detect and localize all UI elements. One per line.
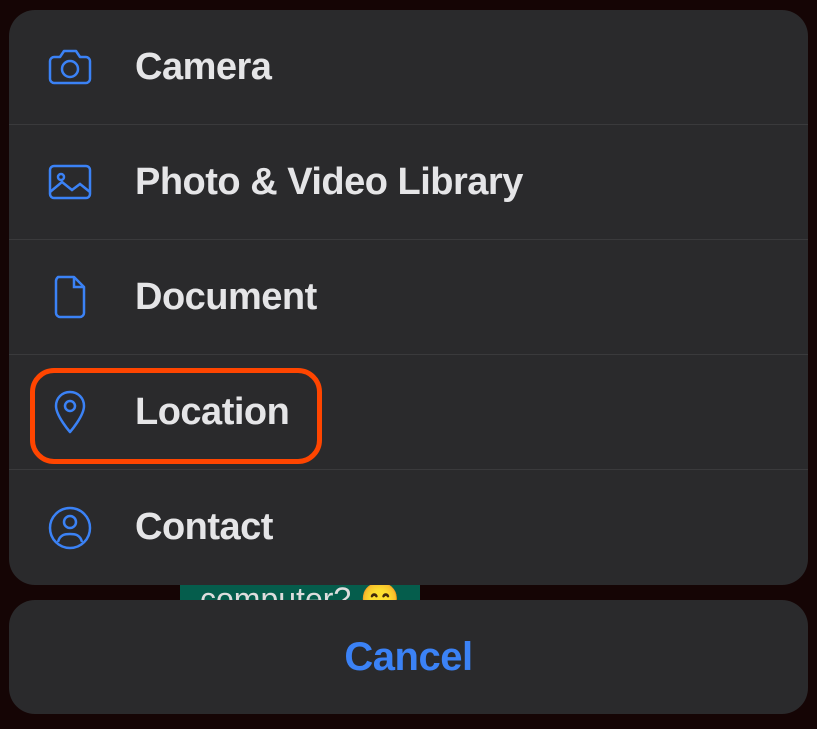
- menu-label: Location: [135, 391, 289, 434]
- cancel-label: Cancel: [344, 635, 472, 680]
- location-icon: [45, 387, 95, 437]
- attachment-action-sheet: Camera Photo & Video Library Document: [9, 10, 808, 585]
- menu-label: Document: [135, 276, 317, 319]
- menu-label: Camera: [135, 46, 271, 89]
- cancel-button[interactable]: Cancel: [9, 600, 808, 714]
- menu-item-document[interactable]: Document: [9, 240, 808, 355]
- menu-item-location[interactable]: Location: [9, 355, 808, 470]
- photo-icon: [45, 157, 95, 207]
- document-icon: [45, 272, 95, 322]
- menu-label: Photo & Video Library: [135, 161, 523, 204]
- contact-icon: [45, 503, 95, 553]
- camera-icon: [45, 42, 95, 92]
- menu-item-contact[interactable]: Contact: [9, 470, 808, 585]
- menu-label: Contact: [135, 506, 273, 549]
- menu-item-photo-video[interactable]: Photo & Video Library: [9, 125, 808, 240]
- menu-item-camera[interactable]: Camera: [9, 10, 808, 125]
